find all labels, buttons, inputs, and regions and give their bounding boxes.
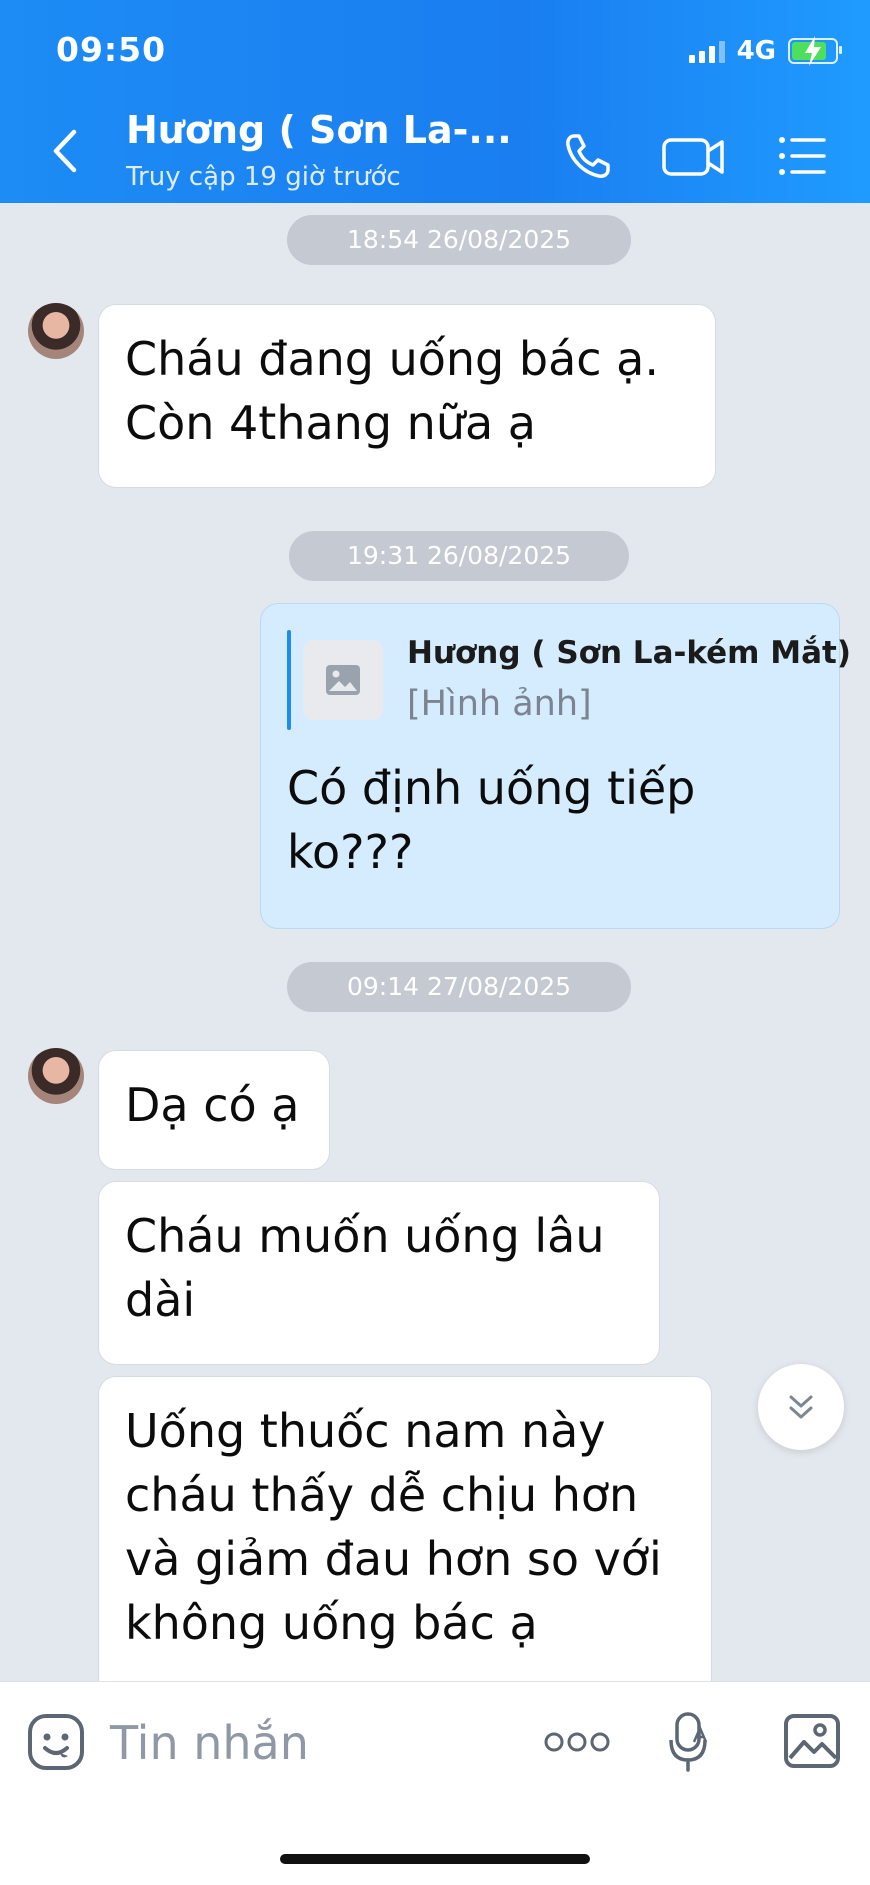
message-line: Dạ có ạ: [125, 1078, 300, 1132]
back-chevron-icon: [53, 129, 77, 173]
message-input[interactable]: Tin nhắn: [110, 1716, 309, 1770]
phone-icon: [566, 134, 610, 178]
image-icon: [784, 1714, 840, 1768]
voice-call-button[interactable]: [560, 128, 616, 184]
quote-content: [Hình ảnh]: [407, 684, 592, 724]
outgoing-message[interactable]: Hương ( Sơn La-kém Mắt) [Hình ảnh] Có đị…: [260, 603, 851, 929]
timestamp-divider: 18:54 26/08/2025: [287, 215, 631, 265]
message-line: Cháu muốn uống lâu: [125, 1209, 605, 1263]
more-options-button[interactable]: [544, 1730, 610, 1754]
image-picker-button[interactable]: [782, 1712, 842, 1770]
image-placeholder-icon: [326, 665, 360, 695]
status-indicators: 4G: [688, 36, 842, 66]
network-type: 4G: [736, 36, 776, 66]
double-chevron-down-icon: [789, 1395, 813, 1419]
chat-options-button[interactable]: [774, 128, 830, 184]
emoji-icon: [28, 1714, 84, 1770]
quoted-message[interactable]: Hương ( Sơn La-kém Mắt) [Hình ảnh]: [287, 630, 851, 746]
battery-icon: [788, 36, 842, 66]
message-line: và giảm đau hơn so với: [125, 1532, 662, 1586]
message-line: Có định uống tiếp: [287, 761, 696, 815]
contact-name[interactable]: Hương ( Sơn La-...: [126, 108, 512, 152]
message-line: dài: [125, 1273, 196, 1327]
video-camera-icon: [662, 138, 724, 176]
message-line: Cháu đang uống bác ạ.: [125, 332, 659, 386]
message-list[interactable]: 18:54 26/08/2025 Cháu đang uống bác ạ. C…: [0, 203, 870, 1681]
back-button[interactable]: [46, 126, 86, 176]
emoji-button[interactable]: [26, 1712, 86, 1772]
voice-to-text-button[interactable]: [668, 1710, 712, 1774]
scroll-to-bottom-button[interactable]: [758, 1364, 844, 1450]
message-line: ko???: [287, 825, 414, 879]
image-thumbnail: [303, 640, 383, 720]
avatar[interactable]: [28, 1048, 84, 1104]
video-call-button[interactable]: [660, 128, 728, 184]
message-line: Uống thuốc nam này: [125, 1404, 606, 1458]
more-dots-icon: [544, 1732, 610, 1752]
incoming-message[interactable]: Cháu muốn uống lâu dài: [98, 1181, 660, 1365]
composer-bar: Tin nhắn: [0, 1681, 870, 1885]
message-line: cháu thấy dễ chịu hơn: [125, 1468, 639, 1522]
last-seen-status: Truy cập 19 giờ trước: [126, 162, 401, 192]
timestamp-divider: 19:31 26/08/2025: [289, 531, 629, 581]
message-line: Còn 4thang nữa ạ: [125, 396, 536, 450]
incoming-message[interactable]: Cháu đang uống bác ạ. Còn 4thang nữa ạ: [98, 304, 716, 488]
incoming-message[interactable]: Dạ có ạ: [98, 1050, 330, 1170]
incoming-message[interactable]: Uống thuốc nam này cháu thấy dễ chịu hơn…: [98, 1376, 712, 1681]
quote-sender: Hương ( Sơn La-kém Mắt): [407, 635, 852, 671]
timestamp-divider: 09:14 27/08/2025: [287, 962, 631, 1012]
home-indicator[interactable]: [280, 1854, 590, 1864]
chat-header: 09:50 4G Hương ( Sơn La-... Truy cập 19 …: [0, 0, 870, 203]
avatar[interactable]: [28, 303, 84, 359]
quote-bar: [287, 630, 291, 730]
menu-list-icon: [779, 137, 826, 175]
message-line: không uống bác ạ: [125, 1596, 538, 1650]
signal-icon: [688, 39, 725, 63]
voice-to-text-icon: [669, 1712, 708, 1772]
status-time: 09:50: [56, 30, 167, 69]
